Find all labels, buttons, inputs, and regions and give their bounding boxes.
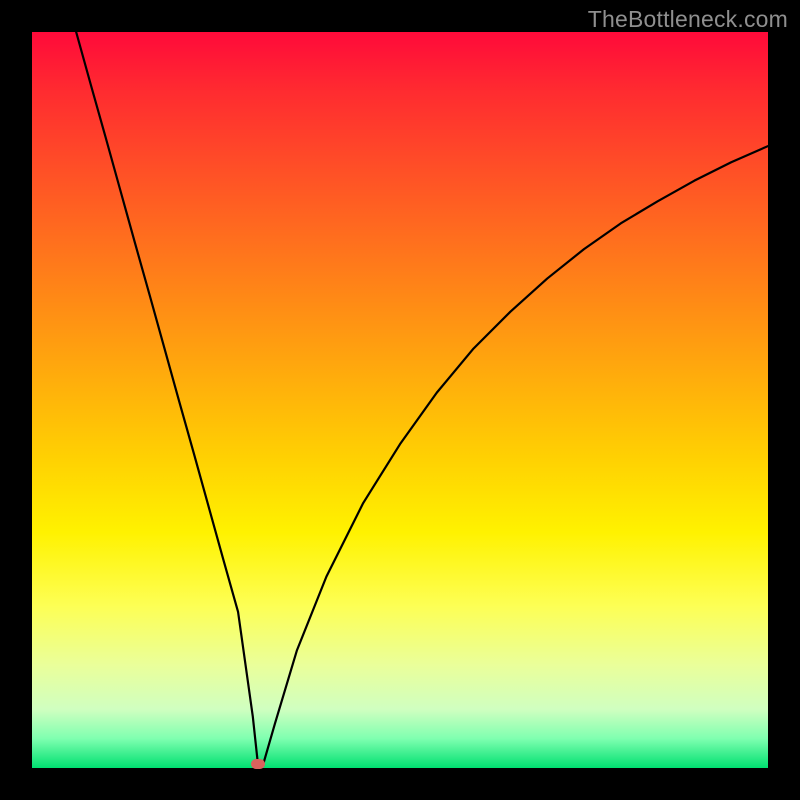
plot-area bbox=[32, 32, 768, 768]
watermark-text: TheBottleneck.com bbox=[588, 6, 788, 33]
curve-minimum-marker bbox=[251, 759, 265, 769]
